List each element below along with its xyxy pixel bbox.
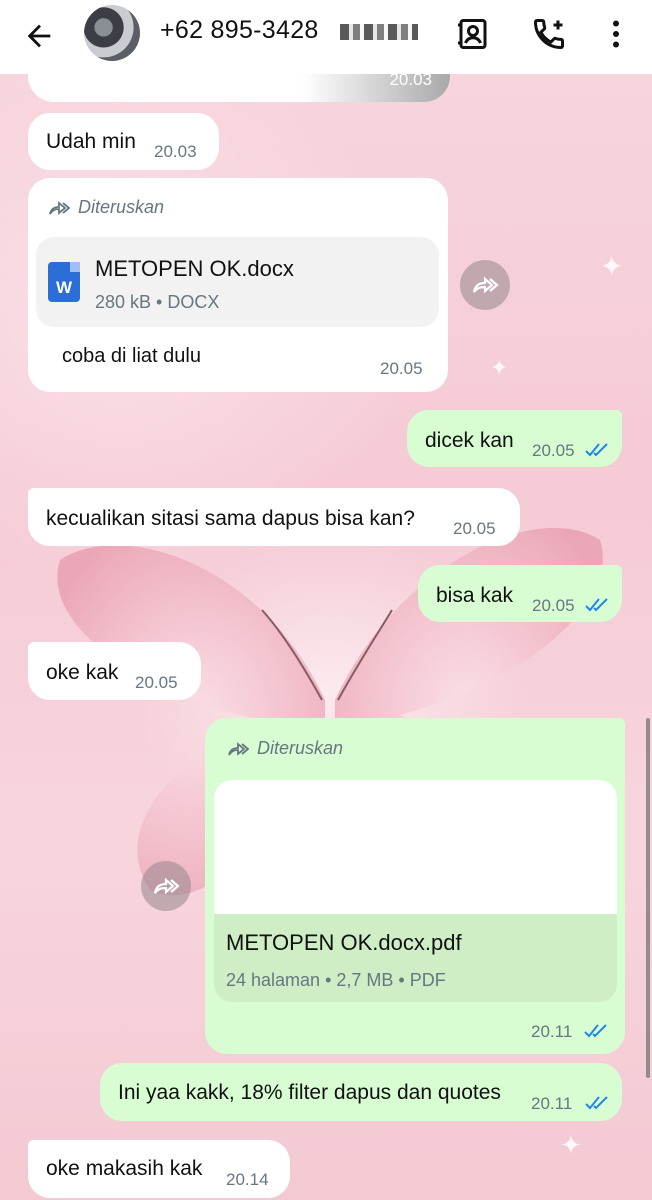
forwarded-label: Diteruskan: [48, 197, 164, 218]
pdf-preview: [214, 780, 617, 914]
forwarded-text: Diteruskan: [78, 197, 165, 217]
read-ticks-icon: [585, 598, 608, 612]
forward-button[interactable]: [460, 260, 510, 310]
message-bubble-incoming[interactable]: Udah min 20.03: [28, 113, 219, 170]
message-time: 20.05: [532, 441, 575, 460]
message-text: bisa kak: [436, 584, 514, 607]
message-text: oke kak: [46, 661, 119, 684]
chat-header: +62 895-3428: [0, 0, 652, 74]
read-ticks-icon: [585, 443, 608, 457]
read-ticks-icon: [584, 1024, 607, 1038]
forwarded-text: Diteruskan: [257, 738, 344, 758]
message-caption: coba di liat dulu: [62, 345, 201, 367]
contact-phone-number[interactable]: +62 895-3428: [160, 16, 319, 45]
message-text: dicek kan: [425, 429, 514, 452]
document-meta: 24 halaman • 2,7 MB • PDF: [226, 970, 446, 990]
message-time: 20.05: [453, 519, 496, 538]
avatar[interactable]: [84, 5, 140, 61]
forwarded-icon: [49, 200, 70, 215]
message-time: 20.14: [226, 1170, 269, 1189]
forwarded-label: Diteruskan: [227, 738, 343, 759]
message-text: oke makasih kak: [46, 1157, 203, 1180]
back-arrow-icon[interactable]: [22, 19, 56, 53]
scrollbar[interactable]: [646, 718, 650, 1078]
message-bubble-incoming-document[interactable]: Diteruskan W METOPEN OK.docx 280 kB • DO…: [28, 178, 448, 392]
message-time: 20.03: [154, 142, 197, 161]
word-document-icon: W: [48, 262, 80, 302]
sparkle-decoration: ✦: [600, 251, 624, 282]
message-bubble-incoming[interactable]: oke kak 20.05: [28, 642, 201, 700]
message-time: 20.11: [531, 1094, 573, 1113]
message-time: 20.11: [531, 1022, 573, 1041]
forward-icon: [153, 877, 180, 895]
document-meta: 280 kB • DOCX: [95, 292, 220, 312]
more-vert-icon[interactable]: [598, 16, 634, 52]
message-bubble-incoming[interactable]: kecualikan sitasi sama dapus bisa kan? 2…: [28, 488, 520, 546]
document-name: METOPEN OK.docx.pdf: [226, 930, 462, 955]
message-bubble-outgoing[interactable]: Ini yaa kakk, 18% filter dapus dan quote…: [100, 1063, 622, 1121]
contact-card-icon[interactable]: [455, 16, 491, 52]
message-text: Ini yaa kakk, 18% filter dapus dan quote…: [118, 1081, 501, 1104]
message-bubble-outgoing[interactable]: dicek kan 20.05: [407, 410, 622, 467]
message-text: Udah min: [46, 130, 136, 153]
redacted-number-part: [340, 24, 418, 40]
forward-button[interactable]: [141, 861, 191, 911]
message-text: kecualikan sitasi sama dapus bisa kan?: [46, 507, 415, 530]
message-time: 20.05: [532, 596, 575, 615]
read-ticks-icon: [585, 1096, 608, 1110]
forward-icon: [472, 276, 499, 294]
message-time: 20.05: [135, 673, 178, 692]
message-bubble-outgoing[interactable]: bisa kak 20.05: [418, 565, 622, 622]
message-bubble-incoming[interactable]: oke makasih kak 20.14: [28, 1140, 290, 1198]
message-bubble-outgoing-document[interactable]: Diteruskan METOPEN OK.docx.pdf 24 halama…: [205, 718, 625, 1054]
pdf-attachment[interactable]: METOPEN OK.docx.pdf 24 halaman • 2,7 MB …: [214, 780, 617, 1002]
add-call-icon[interactable]: [531, 16, 567, 52]
forwarded-icon: [228, 741, 249, 756]
document-attachment[interactable]: W METOPEN OK.docx 280 kB • DOCX: [36, 237, 439, 327]
sparkle-decoration: ✦: [560, 1130, 582, 1160]
message-time: 20.05: [380, 359, 423, 378]
sparkle-decoration: ✦: [490, 355, 509, 380]
document-name: METOPEN OK.docx: [95, 256, 294, 281]
